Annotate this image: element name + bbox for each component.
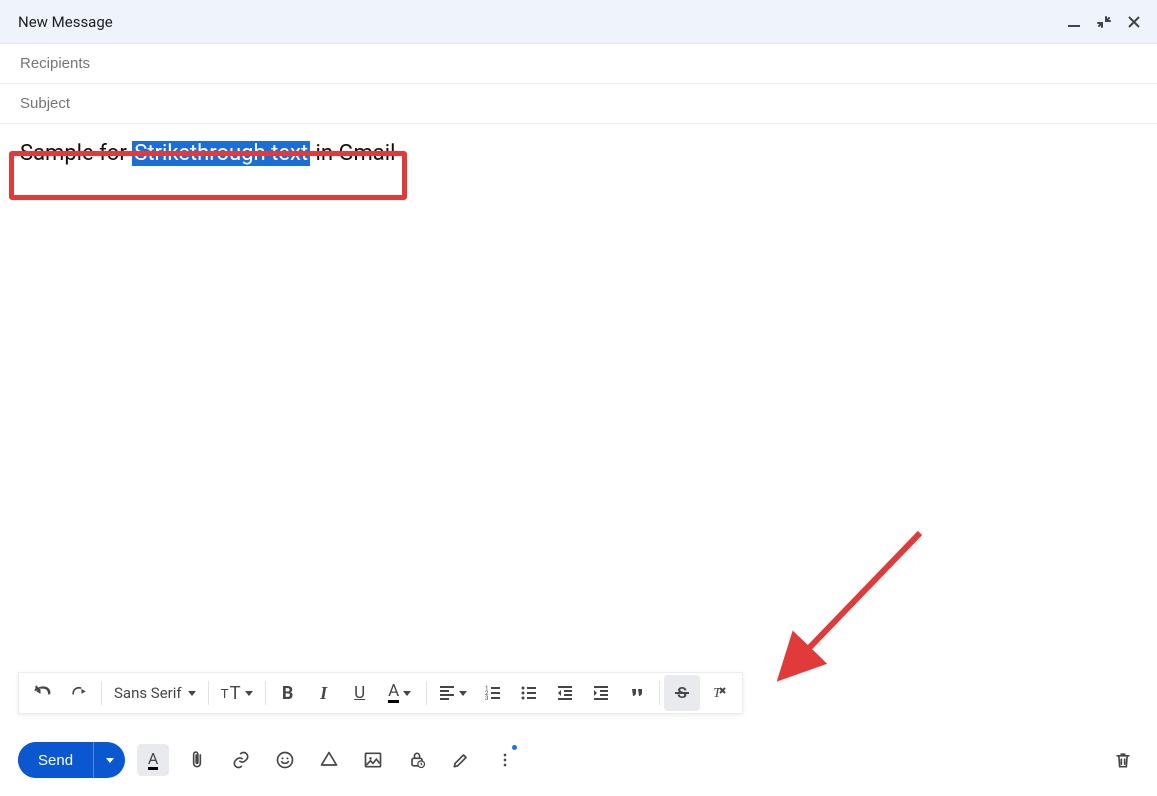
insert-signature-button[interactable] — [445, 744, 477, 776]
chevron-down-icon — [403, 691, 411, 696]
chevron-down-icon — [106, 758, 114, 763]
compose-header: New Message — [0, 0, 1157, 44]
indent-more-button[interactable] — [583, 675, 619, 711]
toolbar-separator — [265, 681, 266, 705]
undo-button[interactable] — [25, 675, 61, 711]
strikethrough-button[interactable]: S — [664, 675, 700, 711]
close-button[interactable] — [1123, 11, 1145, 33]
insert-link-button[interactable] — [225, 744, 257, 776]
quote-button[interactable] — [619, 675, 655, 711]
toolbar-separator — [659, 681, 660, 705]
toolbar-separator — [208, 681, 209, 705]
body-text-before: Sample for — [20, 141, 132, 166]
insert-photo-button[interactable] — [357, 744, 389, 776]
bulleted-list-button[interactable] — [511, 675, 547, 711]
font-size-button[interactable]: TT — [213, 675, 261, 711]
underline-button[interactable]: U — [342, 675, 378, 711]
text-color-button[interactable]: A — [378, 675, 422, 711]
send-button-group: Send — [18, 742, 125, 778]
subject-field[interactable] — [0, 84, 1157, 124]
chevron-down-icon — [245, 691, 253, 696]
recipients-field[interactable] — [0, 44, 1157, 84]
formatting-options-button[interactable]: A — [137, 744, 169, 776]
minimize-button[interactable] — [1063, 11, 1085, 33]
body-text-line[interactable]: Sample for Strikethrough text in Gmail — [18, 138, 1139, 169]
send-button[interactable]: Send — [18, 742, 93, 778]
fullscreen-exit-button[interactable] — [1093, 11, 1115, 33]
drive-attachment-button[interactable] — [313, 744, 345, 776]
compose-window: New Message Sample for Strikethrough tex… — [0, 0, 1157, 796]
toolbar-separator — [426, 681, 427, 705]
window-controls — [1063, 11, 1145, 33]
subject-input[interactable] — [18, 94, 1139, 113]
attach-file-button[interactable] — [181, 744, 213, 776]
svg-text:3: 3 — [485, 695, 488, 702]
insert-emoji-button[interactable] — [269, 744, 301, 776]
indent-less-button[interactable] — [547, 675, 583, 711]
redo-button[interactable] — [61, 675, 97, 711]
recipients-input[interactable] — [18, 54, 1139, 73]
chevron-down-icon — [459, 691, 467, 696]
bottom-action-bar: Send A — [18, 742, 1139, 778]
toolbar-separator — [101, 681, 102, 705]
font-family-label: Sans Serif — [114, 684, 182, 702]
align-button[interactable] — [431, 675, 475, 711]
font-family-select[interactable]: Sans Serif — [106, 684, 204, 702]
italic-button[interactable]: I — [306, 675, 342, 711]
notification-dot-icon — [512, 745, 517, 750]
bold-button[interactable]: B — [270, 675, 306, 711]
chevron-down-icon — [188, 691, 196, 696]
body-selected-strikethrough[interactable]: Strikethrough text — [132, 141, 310, 166]
more-options-button[interactable] — [489, 744, 521, 776]
numbered-list-button[interactable]: 123 — [475, 675, 511, 711]
bottom-left-actions: Send A — [18, 742, 521, 778]
formatting-toolbar: Sans Serif TT B I U A 123 — [18, 672, 743, 714]
body-text-after: in Gmail — [310, 141, 395, 166]
discard-draft-button[interactable] — [1107, 744, 1139, 776]
send-more-button[interactable] — [93, 742, 125, 778]
remove-formatting-button[interactable]: T — [700, 675, 736, 711]
compose-title: New Message — [18, 13, 113, 31]
confidential-mode-button[interactable] — [401, 744, 433, 776]
